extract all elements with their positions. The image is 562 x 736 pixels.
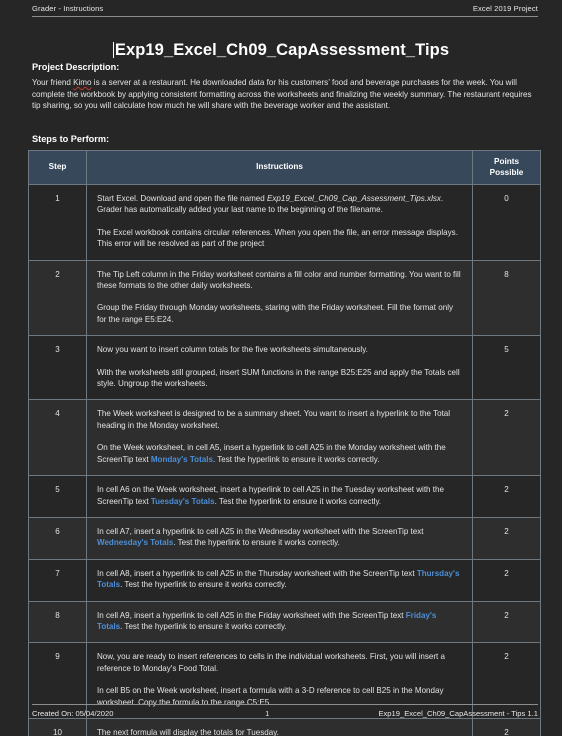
instruction-text-run: Start Excel. Download and open the file … [97,194,267,203]
cell-points-possible: 0 [472,184,541,261]
steps-table-body: 1 Start Excel. Download and open the file… [28,184,541,736]
cell-points-possible: 5 [472,335,541,401]
cell-step-number: 1 [28,184,87,261]
instruction-text-run: The next formula will display the totals… [97,727,279,736]
table-row: 6 In cell A7, insert a hyperlink to cell … [28,516,541,560]
screentip-text: Wednesday's Totals [97,538,174,548]
instruction-paragraph: The Tip Left column in the Friday worksh… [97,269,462,292]
cell-step-number: 6 [28,516,87,560]
cell-points-possible: 2 [472,600,541,644]
instruction-text-run: In cell A7, insert a hyperlink to cell A… [97,526,424,536]
points-header-line-1: Points [493,157,520,166]
table-row: 1 Start Excel. Download and open the file… [28,184,541,261]
instruction-text-run: . Test the hyperlink to ensure it works … [120,621,287,631]
instruction-paragraph: Now, you are ready to insert references … [97,651,462,674]
column-header-points-possible: Points Possible [472,150,541,185]
cell-points-possible: 2 [472,558,541,602]
instruction-paragraph: Start Excel. Download and open the file … [97,193,462,216]
cell-instructions: In cell A9, insert a hyperlink to cell A… [86,600,473,644]
description-run-1: Your friend [32,78,74,87]
cell-points-possible: 2 [472,475,541,518]
page-title-text: Exp19_Excel_Ch09_CapAssessment_Tips [114,41,450,60]
instruction-text-run: With the worksheets still grouped, inser… [97,367,460,389]
points-header-line-2: Possible [489,167,524,177]
steps-to-perform-heading: Steps to Perform: [32,134,110,144]
instruction-text-run: In cell A8, insert a hyperlink to cell A… [97,568,417,578]
instruction-paragraph: Now you want to insert column totals for… [97,344,462,355]
instruction-paragraph: In cell A8, insert a hyperlink to cell A… [97,568,462,591]
cell-step-number: 10 [28,717,87,736]
steps-table-head: Step Instructions Points Possible [28,150,541,185]
table-row: 8 In cell A9, insert a hyperlink to cell … [28,600,541,644]
cell-points-possible: 8 [472,259,541,337]
table-row: 2 The Tip Left column in the Friday works… [28,259,541,337]
screentip-text: Tuesday's Totals [150,496,215,506]
description-run-2: is a server at a restaurant. He download… [32,78,532,111]
instruction-paragraph: The Excel workbook contains circular ref… [97,227,462,250]
table-row: 4 The Week worksheet is designed to be a … [28,399,541,477]
instruction-paragraph: On the Week worksheet, in cell A5, inser… [97,442,462,465]
table-row: 5 In cell A6 on the Week worksheet, inser… [28,475,541,518]
cell-instructions: In cell A8, insert a hyperlink to cell A… [86,558,473,602]
instruction-text-run: The Tip Left column in the Friday worksh… [97,269,461,291]
footer-page-number: 1 [265,709,270,718]
instruction-paragraph: With the worksheets still grouped, inser… [97,367,462,390]
page-title: Exp19_Excel_Ch09_CapAssessment_Tips [112,41,450,60]
cell-step-number: 3 [28,335,87,401]
misspelled-word: Kimo [73,78,92,87]
project-description-text: Your friend Kimo is a server at a restau… [32,77,538,112]
instruction-text-run: . Test the hyperlink to ensure it works … [214,496,382,506]
screentip-text: Monday's Totals [150,454,213,464]
cell-instructions: The next formula will display the totals… [86,717,473,736]
project-description-heading: Project Description: [32,62,120,72]
steps-table: Step Instructions Points Possible 1 Start… [28,150,541,736]
cell-instructions: The Week worksheet is designed to be a s… [86,399,473,477]
header-right-label: Excel 2019 Project [472,4,538,13]
footer-document-id: Exp19_Excel_Ch09_CapAssessment - Tips 1.… [378,709,538,718]
instruction-text-run: Now you want to insert column totals for… [97,345,368,355]
document-page: Grader - Instructions Excel 2019 Project… [0,0,562,736]
instruction-paragraph: In cell A9, insert a hyperlink to cell A… [97,610,462,633]
cell-instructions: Start Excel. Download and open the file … [86,184,473,261]
cell-points-possible: 2 [472,399,541,477]
instruction-text-run: . Test the hyperlink to ensure it works … [120,580,287,590]
cell-step-number: 4 [28,399,87,477]
instruction-text-run: The Excel workbook contains circular ref… [97,227,458,249]
instruction-paragraph: In cell A7, insert a hyperlink to cell A… [97,526,462,549]
instruction-paragraph: In cell A6 on the Week worksheet, insert… [97,484,462,507]
document-footer: Created On: 05/04/2020 1 Exp19_Excel_Ch0… [32,704,538,718]
cell-step-number: 5 [28,475,87,518]
instruction-paragraph: The next formula will display the totals… [97,727,462,736]
table-row: 7 In cell A8, insert a hyperlink to cell … [28,558,541,602]
cell-instructions: In cell A6 on the Week worksheet, insert… [86,475,473,518]
instruction-text-run: . Test the hyperlink to ensure it works … [173,538,340,548]
instruction-text-run: Group the Friday through Monday workshee… [97,303,454,324]
instruction-text-run: Now, you are ready to insert references … [97,652,445,673]
cell-points-possible: 2 [472,717,541,736]
instruction-paragraph: Group the Friday through Monday workshee… [97,302,462,325]
instruction-text-run: The Week worksheet is designed to be a s… [97,409,451,430]
header-left-label: Grader - Instructions [32,4,104,13]
cell-step-number: 2 [28,259,87,337]
column-header-instructions: Instructions [86,150,473,185]
cell-instructions: In cell A7, insert a hyperlink to cell A… [86,516,473,560]
cell-step-number: 7 [28,558,87,602]
table-row: 3 Now you want to insert column totals fo… [28,335,541,401]
text-cursor-caret [112,42,114,59]
instruction-text-run: In cell A9, insert a hyperlink to cell A… [97,610,406,620]
column-header-step: Step [28,150,87,185]
footer-created-on: Created On: 05/04/2020 [32,709,114,718]
cell-instructions: The Tip Left column in the Friday worksh… [86,259,473,337]
cell-step-number: 8 [28,600,87,644]
cell-points-possible: 2 [472,516,541,560]
filename-italic: Exp19_Excel_Ch09_Cap_Assessment_Tips.xls… [266,194,441,203]
table-header-row: Step Instructions Points Possible [28,150,541,185]
instruction-paragraph: The Week worksheet is designed to be a s… [97,408,462,431]
table-row: 10 The next formula will display the tota… [28,717,541,736]
instruction-text-run: . Test the hyperlink to ensure it works … [212,454,380,464]
document-header: Grader - Instructions Excel 2019 Project [32,4,538,17]
cell-instructions: Now you want to insert column totals for… [86,335,473,401]
